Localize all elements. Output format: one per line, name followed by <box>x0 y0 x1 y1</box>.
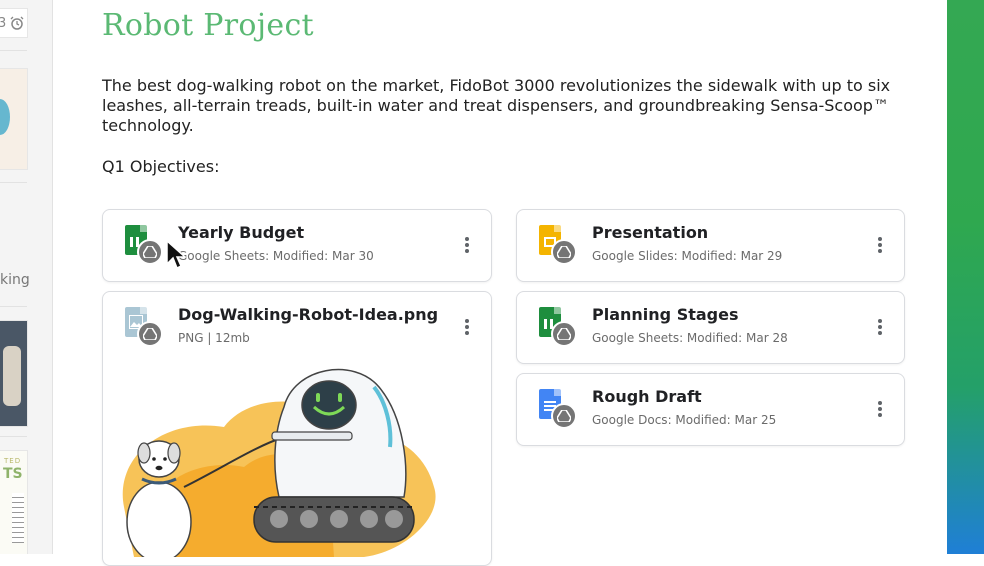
more-options-icon[interactable] <box>872 401 888 419</box>
sidebar-poster-text-1: TED <box>4 457 22 465</box>
more-options-icon[interactable] <box>459 237 475 255</box>
sidebar-top-fragment: 3 <box>0 16 6 31</box>
image-icon <box>125 307 163 347</box>
shared-drive-icon <box>551 321 577 347</box>
robot-dog-illustration <box>104 347 489 557</box>
accent-gradient-bar <box>947 0 984 554</box>
sidebar-text-fragment: king <box>0 272 30 288</box>
more-options-icon[interactable] <box>459 319 475 337</box>
sidebar-poster-thumbnail[interactable]: TED TS <box>0 450 28 554</box>
shared-drive-icon <box>137 239 163 265</box>
file-name: Planning Stages <box>592 305 739 324</box>
file-meta: PNG | 12mb <box>178 331 250 345</box>
file-meta: Google Docs: Modified: Mar 25 <box>592 413 777 427</box>
page-title: Robot Project <box>102 8 314 43</box>
objectives-label: Q1 Objectives: <box>102 157 220 176</box>
sidebar-poster-text-2: TS <box>3 466 23 482</box>
alarm-clock-icon <box>10 16 24 30</box>
project-description: The best dog-walking robot on the market… <box>102 76 891 135</box>
shared-drive-icon <box>137 321 163 347</box>
mouse-cursor-icon <box>166 240 186 270</box>
file-card-robot-image[interactable]: Dog-Walking-Robot-Idea.png PNG | 12mb <box>102 291 492 566</box>
file-name: Dog-Walking-Robot-Idea.png <box>178 305 439 324</box>
file-meta: Google Sheets: Modified: Mar 28 <box>592 331 788 345</box>
sheets-icon <box>125 225 163 265</box>
slides-icon <box>539 225 577 265</box>
file-card-presentation[interactable]: Presentation Google Slides: Modified: Ma… <box>516 209 905 282</box>
file-name: Presentation <box>592 223 709 242</box>
left-sidebar: 3 king TED TS <box>0 0 53 554</box>
more-options-icon[interactable] <box>872 237 888 255</box>
sheets-icon <box>539 307 577 347</box>
file-card-planning-stages[interactable]: Planning Stages Google Sheets: Modified:… <box>516 291 905 364</box>
sidebar-photo-thumbnail[interactable] <box>0 320 28 427</box>
file-name: Rough Draft <box>592 387 702 406</box>
file-card-yearly-budget[interactable]: Yearly Budget Google Sheets: Modified: M… <box>102 209 492 282</box>
docs-icon <box>539 389 577 429</box>
sidebar-thumbnail[interactable] <box>0 68 28 170</box>
shared-drive-icon <box>551 403 577 429</box>
file-meta: Google Sheets: Modified: Mar 30 <box>178 249 374 263</box>
shared-drive-icon <box>551 239 577 265</box>
file-meta: Google Slides: Modified: Mar 29 <box>592 249 783 263</box>
file-card-rough-draft[interactable]: Rough Draft Google Docs: Modified: Mar 2… <box>516 373 905 446</box>
sidebar-reminder-card[interactable]: 3 <box>0 8 28 38</box>
file-name: Yearly Budget <box>178 223 305 242</box>
more-options-icon[interactable] <box>872 319 888 337</box>
